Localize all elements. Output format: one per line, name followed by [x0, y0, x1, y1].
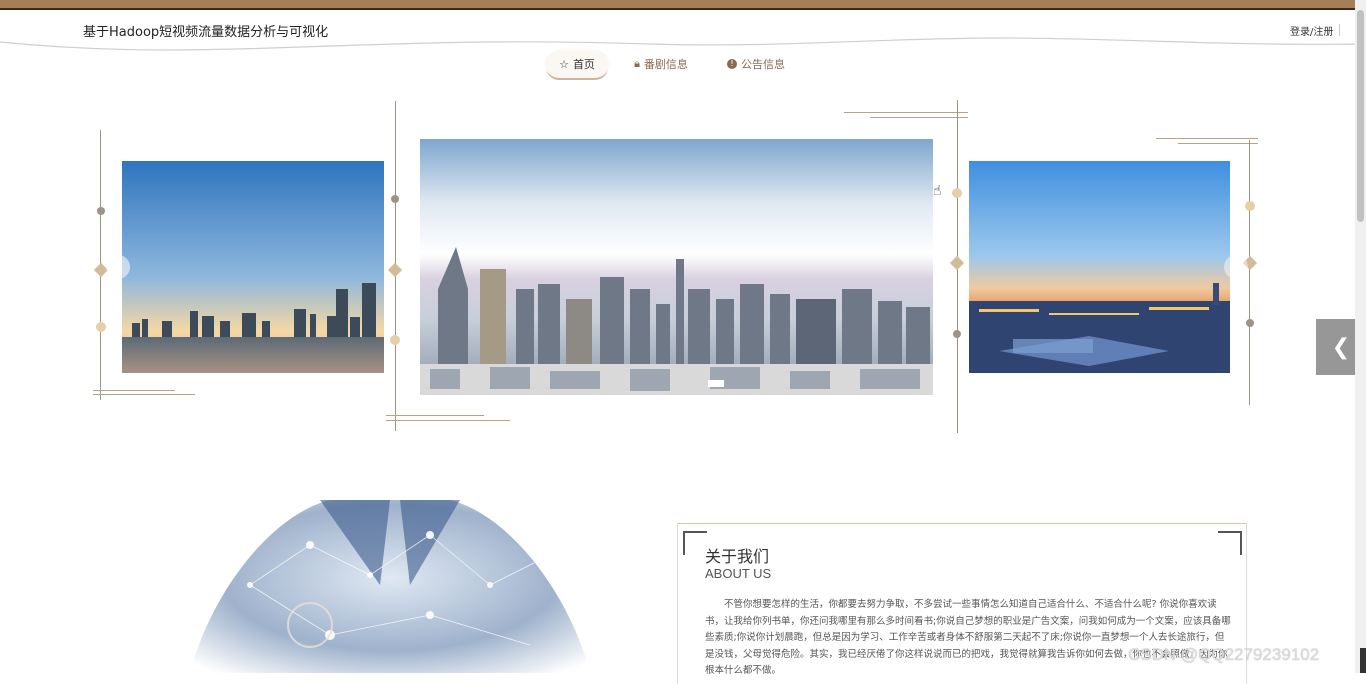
- about-text: 不管你想要怎样的生活，你都要去努力争取，不多尝试一些事情怎么知道自己适合什么、不…: [705, 599, 1231, 676]
- deco-dot: [391, 195, 399, 203]
- bag-icon: 🔒︎: [634, 57, 640, 70]
- hand-cursor-icon: ☝: [933, 183, 942, 199]
- deco-dot: [96, 322, 106, 332]
- chevron-left-icon: ❮: [1331, 334, 1351, 360]
- deco-line: [1178, 143, 1258, 144]
- deco-diamond: [949, 255, 965, 271]
- carousel-slide-left[interactable]: [122, 161, 384, 373]
- carousel-prev-ghost[interactable]: [106, 255, 130, 279]
- carousel-slide-right[interactable]: [969, 161, 1230, 373]
- header-separator: [1339, 24, 1340, 36]
- carousel-next-ghost[interactable]: [1224, 255, 1248, 279]
- nav-item-announcements[interactable]: ! 公告信息: [714, 50, 798, 78]
- deco-line: [870, 117, 968, 118]
- nav-item-label: 公告信息: [741, 58, 785, 71]
- star-icon: ☆: [559, 57, 569, 71]
- deco-line: [93, 394, 195, 395]
- nav-item-label: 首页: [572, 58, 595, 71]
- nav-item-label: 番剧信息: [643, 58, 688, 71]
- deco-dot: [1245, 201, 1255, 211]
- nav-item-home[interactable]: ☆ 首页: [545, 50, 609, 78]
- deco-diamond: [387, 262, 403, 278]
- deco-line: [93, 390, 175, 391]
- deco-line: [386, 415, 484, 416]
- carousel-indicator[interactable]: [708, 380, 724, 387]
- top-accent-bar: [0, 0, 1366, 8]
- about-corner-decoration: [1218, 531, 1242, 555]
- deco-dot: [953, 330, 961, 338]
- nav-item-anime-info[interactable]: 🔒︎ 番剧信息: [619, 50, 703, 78]
- about-corner-decoration: [683, 531, 707, 555]
- about-subtitle: ABOUT US: [705, 566, 772, 581]
- deco-dot: [97, 207, 105, 215]
- deco-line: [386, 420, 510, 421]
- deco-dot: [952, 188, 962, 198]
- carousel-slide-center[interactable]: [420, 139, 933, 395]
- login-register-link[interactable]: 登录/注册: [1290, 23, 1333, 38]
- deco-dot: [1246, 319, 1254, 327]
- scrollbar-thumb[interactable]: [1357, 10, 1364, 222]
- about-title: 关于我们: [705, 547, 770, 566]
- window-edge: [1360, 648, 1366, 673]
- deco-dot: [390, 335, 400, 345]
- site-title: 基于Hadoop短视频流量数据分析与可视化: [83, 25, 329, 40]
- about-image: [130, 495, 650, 673]
- main-nav: ☆ 首页 🔒︎ 番剧信息 ! 公告信息: [0, 50, 1366, 80]
- watermark: CSDN @QQ2279239102: [1128, 645, 1320, 664]
- deco-line: [1249, 140, 1250, 405]
- top-accent-bar-dark: [0, 8, 1366, 10]
- deco-line: [1156, 138, 1258, 139]
- deco-line: [844, 112, 968, 113]
- info-icon: !: [727, 59, 737, 69]
